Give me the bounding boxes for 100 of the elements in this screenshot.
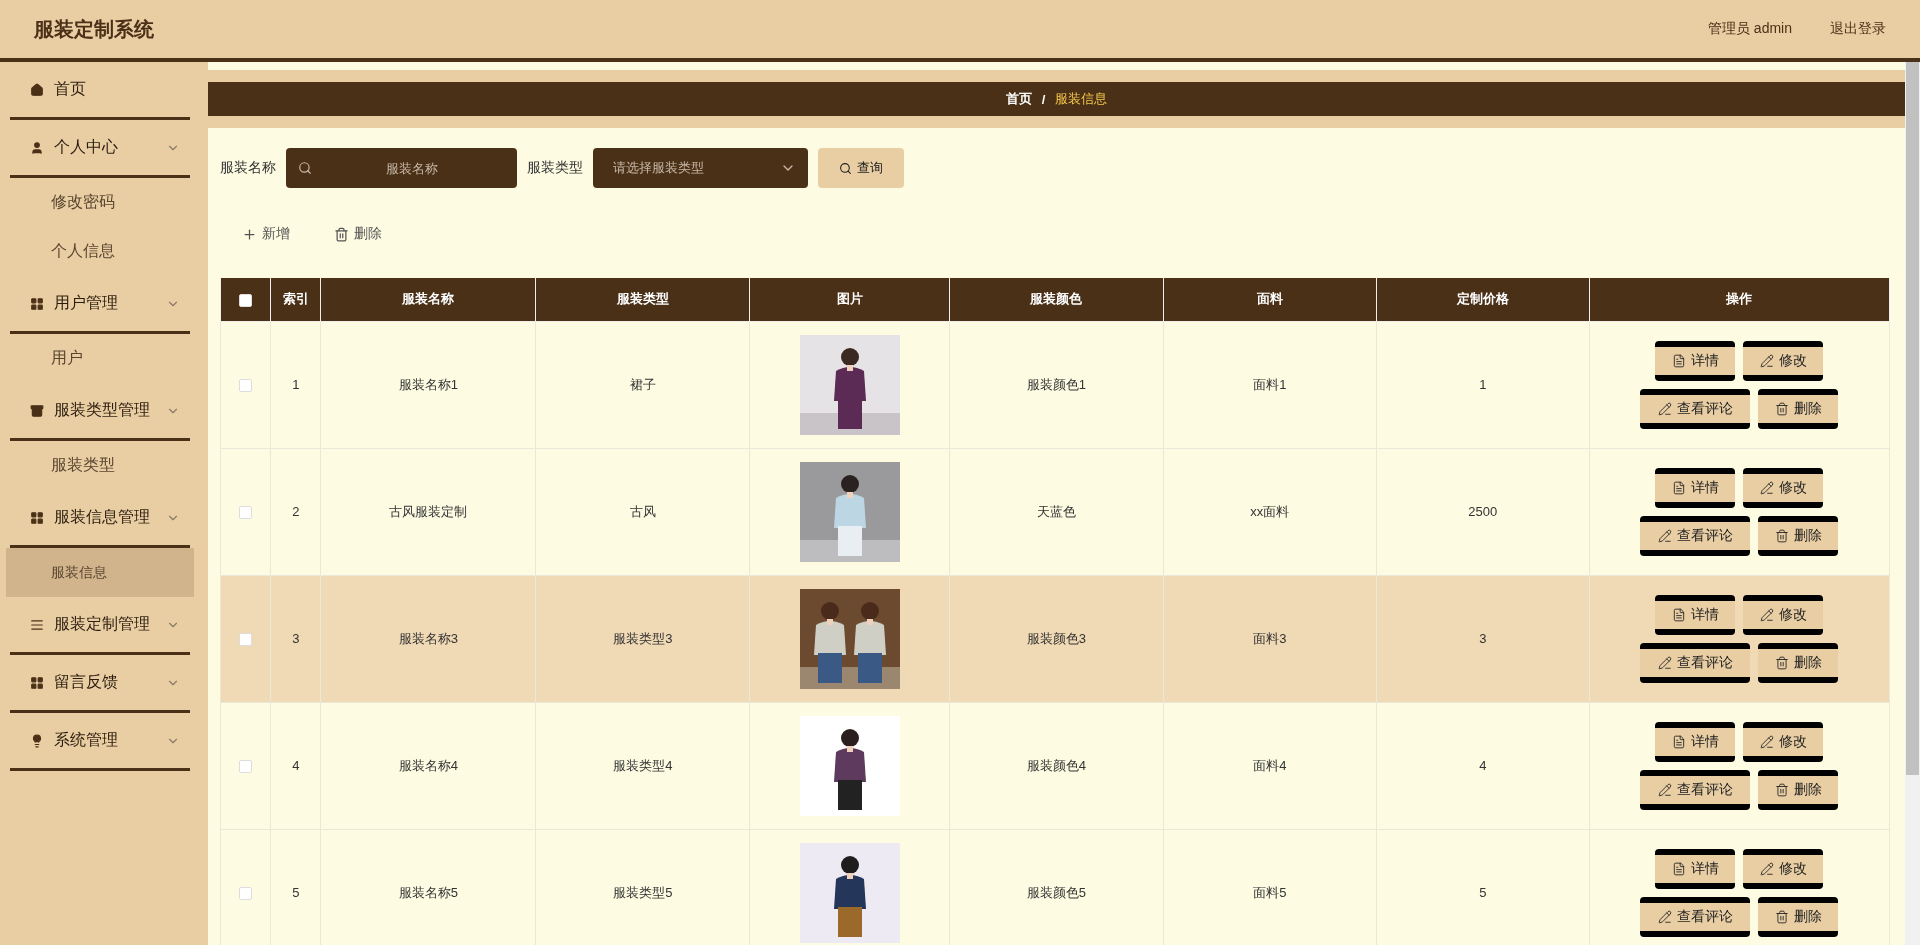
column-header: 面料 [1163,278,1377,321]
submenu-item[interactable]: 个人信息 [6,227,194,276]
table-cell: 2500 [1468,504,1498,519]
grid-icon [30,675,44,690]
table-cell: 服装名称5 [398,884,458,900]
table-cell: 服装类型5 [613,884,673,900]
breadcrumb-separator: / [1041,91,1046,107]
logout-link[interactable]: 退出登录 [1830,20,1886,38]
checkbox[interactable] [239,760,253,774]
edit-button[interactable]: 修改 [1743,721,1824,762]
detail-button[interactable]: 详情 [1655,721,1736,762]
table-cell: 4 [1479,758,1487,773]
column-header: 操作 [1589,278,1890,321]
type-select[interactable]: 请选择服装类型 [593,148,808,188]
submenu-item[interactable]: 服装信息 [6,548,194,597]
table-cell: 服装颜色3 [1026,630,1087,646]
pencil-icon [1657,909,1672,924]
edit-button[interactable]: 修改 [1743,467,1824,508]
box-icon [30,403,44,418]
menu-item[interactable]: 首页 [10,62,190,120]
table-cell: 面料3 [1253,630,1287,646]
user-link[interactable]: 管理员 admin [1707,20,1792,38]
grid-icon [30,510,44,525]
breadcrumb-link[interactable]: 服装信息 [1055,90,1108,108]
pencil-icon [1759,353,1774,368]
edit-button[interactable]: 修改 [1743,340,1824,381]
trash-icon [1774,909,1789,924]
table-cell: 服装名称4 [398,757,458,773]
table-cell: 古风 [629,503,656,519]
document-icon [1671,734,1686,749]
menu-item[interactable]: 留言反馈 [10,655,190,713]
comment-button[interactable]: 查看评论 [1640,769,1751,810]
pencil-icon [1657,401,1672,416]
table-row[interactable]: 2 古风服装定制 古风 天蓝色 xx面料 2500 详情 修改 查看评论 删除 [220,448,1890,575]
table-row[interactable]: 5 服装名称5 服装类型5 服装颜色5 面料5 5 详情 修改 查看评论 删除 [220,829,1890,945]
column-header: 服装类型 [535,278,750,321]
table-cell: 服装名称1 [398,376,458,392]
menu-item[interactable]: 服装类型管理 [10,383,190,441]
column-header: 索引 [270,278,321,321]
delete-button[interactable]: 删除 [1758,769,1839,810]
detail-button[interactable]: 详情 [1655,340,1736,381]
table-cell: 服装颜色1 [1026,376,1087,392]
column-header: 图片 [749,278,950,321]
edit-button[interactable]: 修改 [1743,594,1824,635]
trash-icon [1774,528,1789,543]
table-cell: 1 [1479,377,1487,392]
menu-item[interactable]: 个人中心 [10,120,190,178]
table-cell: 3 [1479,631,1487,646]
menu-item[interactable]: 系统管理 [10,713,190,771]
column-header: 定制价格 [1376,278,1590,321]
table-row[interactable]: 4 服装名称4 服装类型4 服装颜色4 面料4 4 详情 修改 查看评论 删除 [220,702,1890,829]
field-label: 服装名称 [220,159,276,177]
edit-button[interactable]: 修改 [1743,848,1824,889]
add-button[interactable]: 新增 [230,219,302,249]
detail-button[interactable]: 详情 [1655,467,1736,508]
comment-button[interactable]: 查看评论 [1640,515,1751,556]
delete-button[interactable]: 删除 [1758,896,1839,937]
pencil-icon [1657,528,1672,543]
checkbox[interactable] [239,506,253,520]
submenu-item[interactable]: 服装类型 [6,441,194,490]
comment-button[interactable]: 查看评论 [1640,642,1751,683]
checkbox[interactable] [239,379,253,393]
checkbox[interactable] [239,293,253,307]
delete-button[interactable]: 删除 [322,219,394,249]
table-cell: 裙子 [629,376,656,392]
document-icon [1671,480,1686,495]
table-cell: 面料1 [1253,376,1287,392]
lightbulb-icon [30,733,44,748]
pencil-icon [1759,607,1774,622]
menu-item[interactable]: 服装定制管理 [10,597,190,655]
search-icon [839,161,852,175]
delete-button[interactable]: 删除 [1758,388,1839,429]
comment-button[interactable]: 查看评论 [1640,896,1751,937]
plus-icon [242,226,257,242]
table-cell: 面料5 [1253,884,1287,900]
menu-item[interactable]: 用户管理 [10,276,190,334]
table-row[interactable]: 1 服装名称1 裙子 服装颜色1 面料1 1 详情 修改 查看评论 删除 [220,321,1890,448]
search-icon [298,161,312,175]
scrollbar[interactable] [1905,62,1920,945]
document-icon [1671,861,1686,876]
comment-button[interactable]: 查看评论 [1640,388,1751,429]
pencil-icon [1657,782,1672,797]
delete-button[interactable]: 删除 [1758,642,1839,683]
submenu-item[interactable]: 用户 [6,334,194,383]
delete-button[interactable]: 删除 [1758,515,1839,556]
detail-button[interactable]: 详情 [1655,848,1736,889]
table-cell: 5 [1479,885,1487,900]
search-button[interactable]: 查询 [818,148,904,188]
document-icon [1671,353,1686,368]
search-field[interactable]: 服装名称 [286,148,517,188]
table-cell: 服装类型4 [613,757,673,773]
submenu-item[interactable]: 修改密码 [6,178,194,227]
breadcrumb-link[interactable]: 首页 [1005,90,1032,108]
table-row[interactable]: 3 服装名称3 服装类型3 服装颜色3 面料3 3 详情 修改 查看评论 删除 [220,575,1890,702]
checkbox[interactable] [239,887,253,901]
table-cell: xx面料 [1250,503,1290,519]
pencil-icon [1759,734,1774,749]
table-cell: 天蓝色 [1036,503,1076,519]
checkbox[interactable] [239,633,253,647]
detail-button[interactable]: 详情 [1655,594,1736,635]
